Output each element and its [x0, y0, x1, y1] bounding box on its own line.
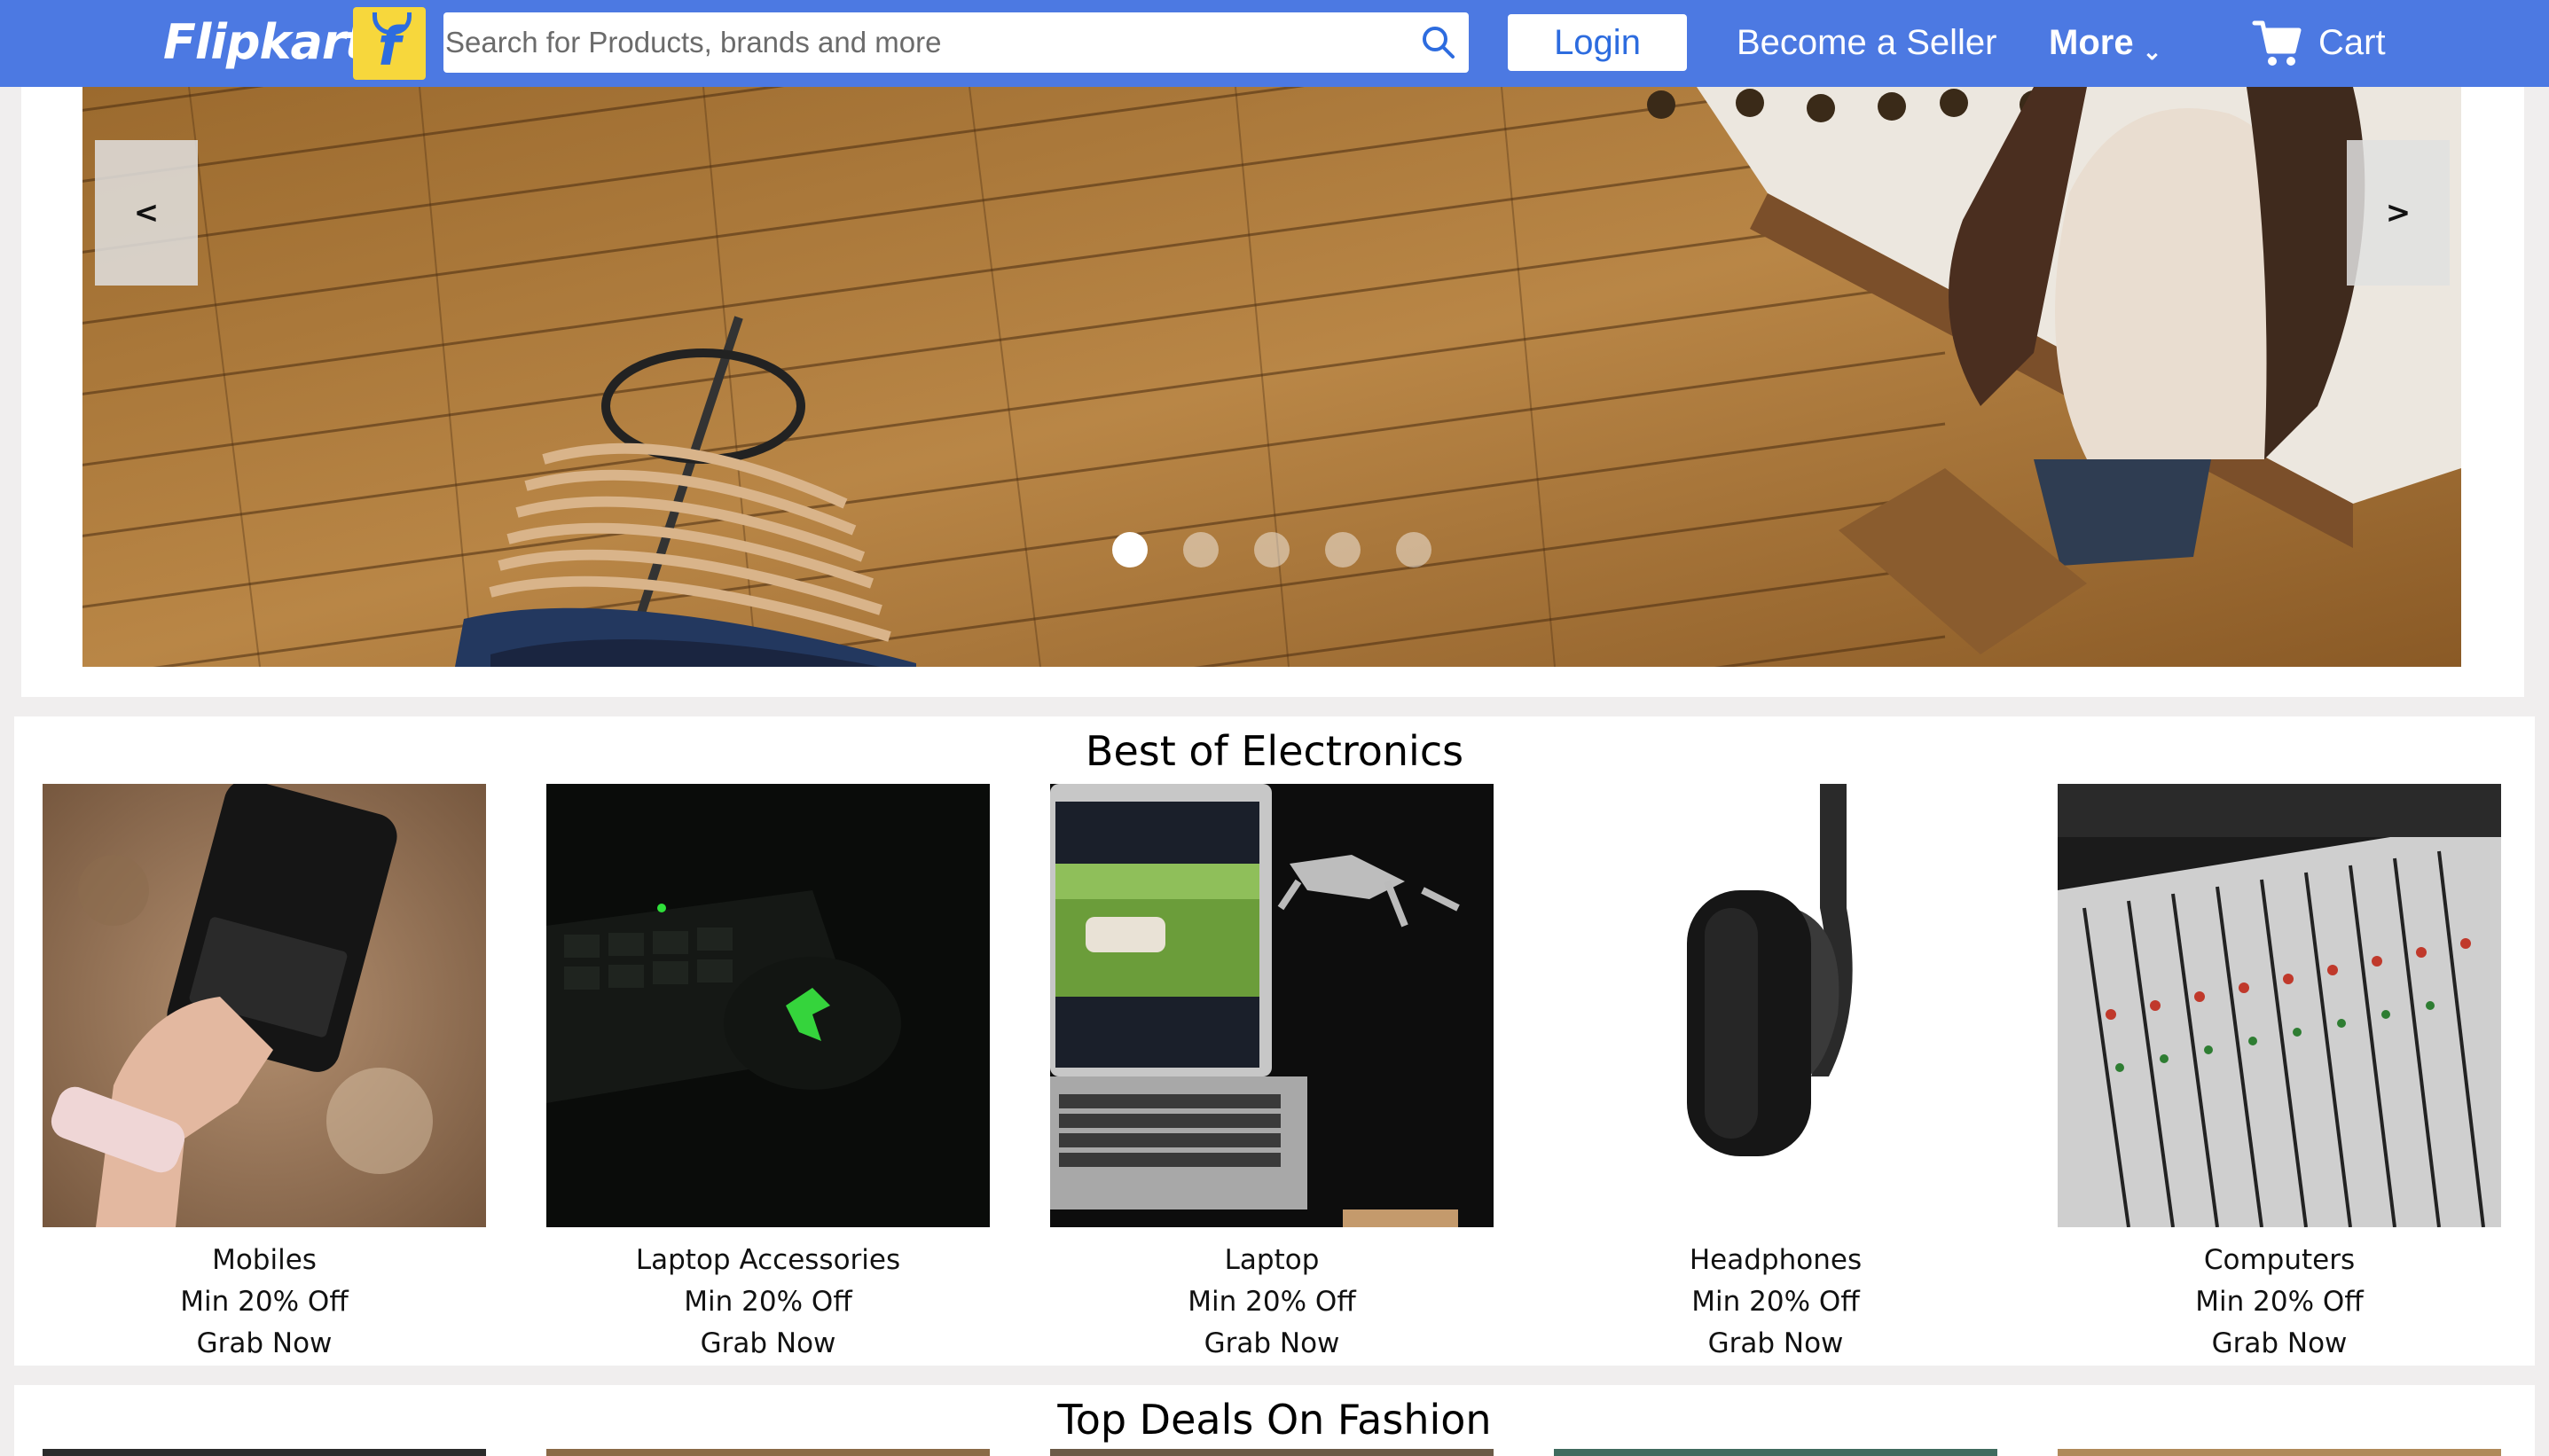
fashion-item-image[interactable] — [1554, 1449, 1997, 1456]
carousel-dot-3[interactable] — [1254, 532, 1290, 568]
product-card-laptop[interactable]: Laptop Min 20% Off Grab Now — [1050, 784, 1494, 1365]
fashion-item-image[interactable] — [2058, 1449, 2501, 1456]
cart-link[interactable]: Cart — [2318, 14, 2386, 71]
product-offer: Min 20% Off — [1691, 1286, 1860, 1318]
product-name: Computers — [2203, 1244, 2356, 1276]
become-seller-link[interactable]: Become a Seller — [1737, 14, 1996, 71]
product-name: Mobiles — [212, 1244, 317, 1276]
carousel-dot-1[interactable] — [1112, 532, 1148, 568]
product-name: Headphones — [1689, 1244, 1863, 1276]
grab-now-link[interactable]: Grab Now — [1554, 1323, 1997, 1365]
carousel-dot-4[interactable] — [1325, 532, 1361, 568]
product-offer: Min 20% Off — [2195, 1286, 2364, 1318]
grab-now-link[interactable]: Grab Now — [1050, 1323, 1494, 1365]
laptop-image[interactable] — [1050, 784, 1494, 1227]
laptop-accessories-image[interactable] — [546, 784, 990, 1227]
product-offer: Min 20% Off — [180, 1286, 349, 1318]
carousel-next-button[interactable]: > — [2347, 140, 2450, 286]
fashion-item-image[interactable] — [1050, 1449, 1494, 1456]
fashion-item-image[interactable] — [43, 1449, 486, 1456]
cart-icon[interactable] — [2251, 16, 2304, 69]
flipkart-logo-text[interactable]: Flipkart — [163, 7, 367, 78]
fashion-item-image[interactable] — [546, 1449, 990, 1456]
product-card-headphones[interactable]: Headphones Min 20% Off Grab Now — [1554, 784, 1997, 1365]
section-title: Top Deals On Fashion — [1057, 1396, 1492, 1444]
carousel-dot-5[interactable] — [1396, 532, 1431, 568]
grab-now-link[interactable]: Grab Now — [43, 1323, 486, 1365]
flipkart-logo-icon[interactable]: f — [353, 7, 426, 80]
product-card-mobiles[interactable]: Mobiles Min 20% Off Grab Now — [43, 784, 486, 1365]
product-offer: Min 20% Off — [684, 1286, 852, 1318]
mobiles-image[interactable] — [43, 784, 486, 1227]
login-button[interactable]: Login — [1508, 14, 1687, 71]
product-offer: Min 20% Off — [1188, 1286, 1356, 1318]
more-label: More — [2049, 23, 2134, 62]
computers-image[interactable] — [2058, 784, 2501, 1227]
more-menu[interactable]: More ⌄ — [2049, 14, 2161, 71]
chevron-down-icon: ⌄ — [2142, 38, 2162, 65]
grab-now-link[interactable]: Grab Now — [546, 1323, 990, 1365]
headphones-image[interactable] — [1554, 784, 1997, 1227]
product-card-laptop-accessories[interactable]: Laptop Accessories Min 20% Off Grab Now — [546, 784, 990, 1365]
search-icon[interactable] — [1419, 23, 1458, 62]
product-name: Laptop — [1224, 1244, 1320, 1276]
grab-now-link[interactable]: Grab Now — [2058, 1323, 2501, 1365]
search-bar — [443, 12, 1469, 73]
product-card-computers[interactable]: Computers Min 20% Off Grab Now — [2058, 784, 2501, 1365]
top-navbar: Flipkart f Login Become a Seller More ⌄ C… — [0, 0, 2549, 87]
section-title: Best of Electronics — [1085, 727, 1464, 775]
electronics-section: Best of Electronics Mobiles Min 20% Off … — [14, 716, 2535, 1366]
product-name: Laptop Accessories — [635, 1244, 901, 1276]
carousel-dot-2[interactable] — [1183, 532, 1219, 568]
search-input[interactable] — [445, 12, 1385, 73]
fashion-section: Top Deals On Fashion — [14, 1385, 2535, 1456]
hero-banner-image[interactable] — [82, 87, 2461, 667]
carousel-prev-button[interactable]: < — [95, 140, 198, 286]
logo-mark: f — [377, 16, 402, 78]
